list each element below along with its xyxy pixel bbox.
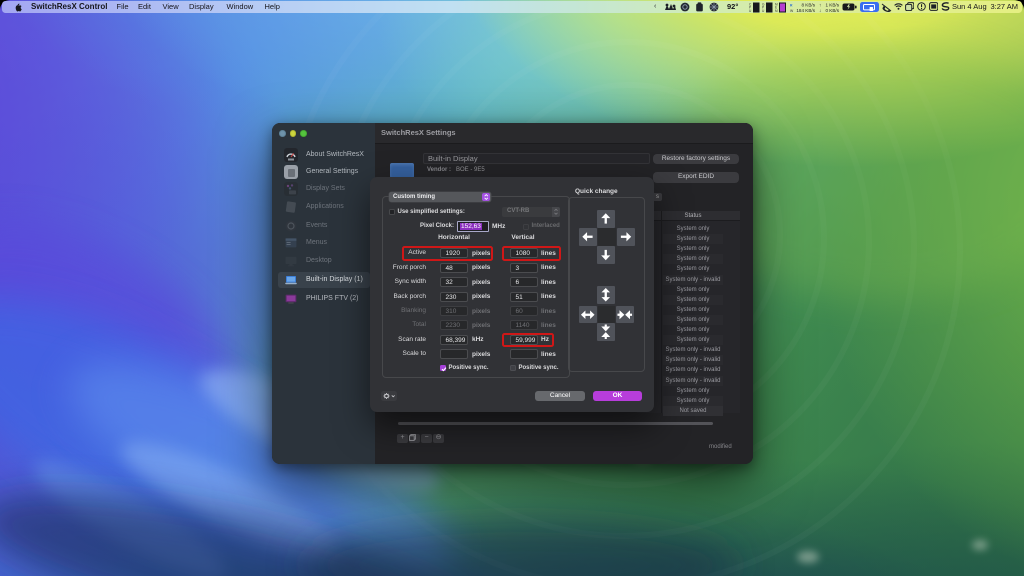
svg-text:U: U <box>762 8 765 12</box>
svg-text:8 KB/s: 8 KB/s <box>801 2 815 7</box>
svg-text:W: W <box>790 9 794 13</box>
svg-text:R: R <box>790 3 793 7</box>
svg-text:0 KB/s: 0 KB/s <box>825 8 839 13</box>
svg-text:↓: ↓ <box>819 8 821 13</box>
svg-text:184 KB/s: 184 KB/s <box>796 8 815 13</box>
svg-text:1 KB/s: 1 KB/s <box>825 2 839 7</box>
svg-text:U: U <box>749 8 752 12</box>
svg-text:↑: ↑ <box>819 2 821 7</box>
svg-text:M: M <box>775 8 778 12</box>
